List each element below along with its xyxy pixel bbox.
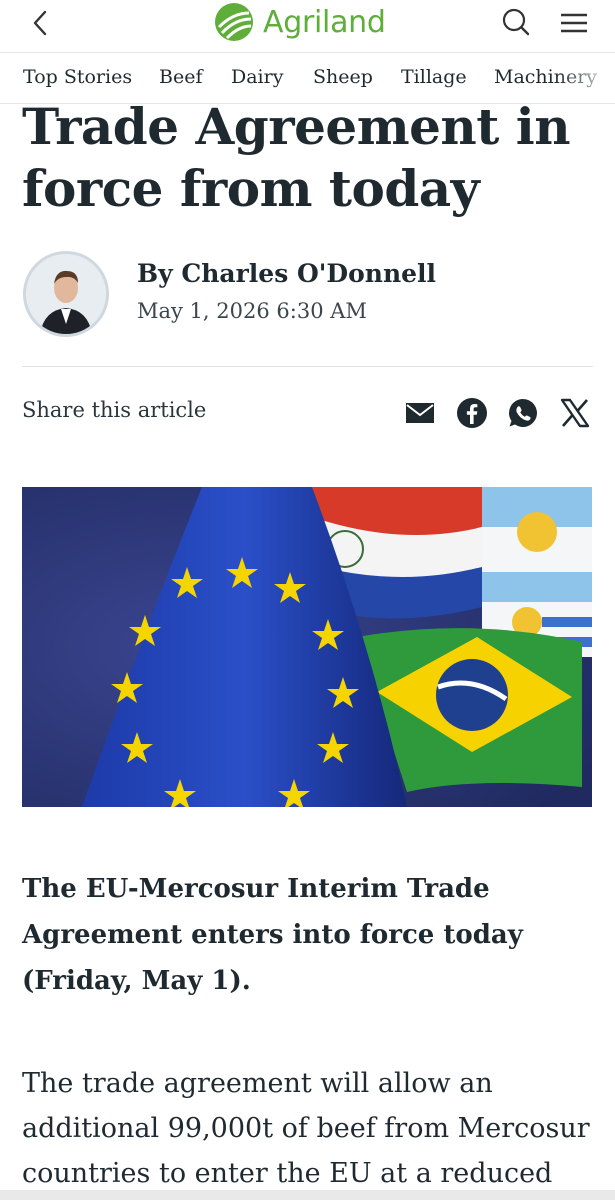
facebook-icon bbox=[457, 398, 487, 428]
chevron-left-icon bbox=[33, 10, 47, 36]
nav-item-tillage[interactable]: Tillage bbox=[401, 66, 467, 88]
author-avatar[interactable] bbox=[23, 251, 109, 337]
back-button[interactable] bbox=[26, 8, 56, 38]
agriland-logo[interactable]: Agriland bbox=[213, 0, 386, 44]
hamburger-menu-icon bbox=[561, 13, 587, 33]
leaf-logo-icon bbox=[215, 3, 253, 41]
hero-image[interactable] bbox=[22, 487, 592, 807]
top-bar: Agriland bbox=[0, 0, 615, 52]
eu-mercosur-flags-image bbox=[22, 487, 592, 807]
nav-item-sheep[interactable]: Sheep bbox=[313, 66, 373, 88]
bottom-bar bbox=[0, 1190, 615, 1200]
share-facebook-button[interactable] bbox=[456, 397, 488, 429]
author-photo bbox=[26, 254, 106, 334]
nav-item-beef[interactable]: Beef bbox=[159, 66, 202, 88]
search-button[interactable] bbox=[501, 7, 531, 37]
email-icon bbox=[406, 403, 434, 423]
search-icon bbox=[502, 8, 530, 36]
share-whatsapp-button[interactable] bbox=[507, 397, 539, 429]
share-x-button[interactable] bbox=[559, 397, 591, 429]
menu-button[interactable] bbox=[558, 8, 590, 38]
divider bbox=[22, 366, 593, 367]
share-email-button[interactable] bbox=[404, 397, 436, 429]
publish-date: May 1, 2026 6:30 AM bbox=[137, 299, 367, 323]
author-name[interactable]: By Charles O'Donnell bbox=[137, 259, 436, 288]
article-paragraph: The trade agreement will allow an additi… bbox=[22, 1068, 590, 1189]
brand-name: Agriland bbox=[263, 4, 386, 40]
nav-item-dairy[interactable]: Dairy bbox=[231, 66, 283, 88]
article-title: Trade Agreement in force from today bbox=[22, 97, 571, 218]
nav-item-top-stories[interactable]: Top Stories bbox=[23, 66, 132, 88]
whatsapp-icon bbox=[508, 399, 537, 427]
share-label: Share this article bbox=[22, 398, 207, 422]
x-icon bbox=[560, 398, 590, 428]
article-lead: The EU-Mercosur Interim Trade Agreement … bbox=[22, 874, 523, 996]
